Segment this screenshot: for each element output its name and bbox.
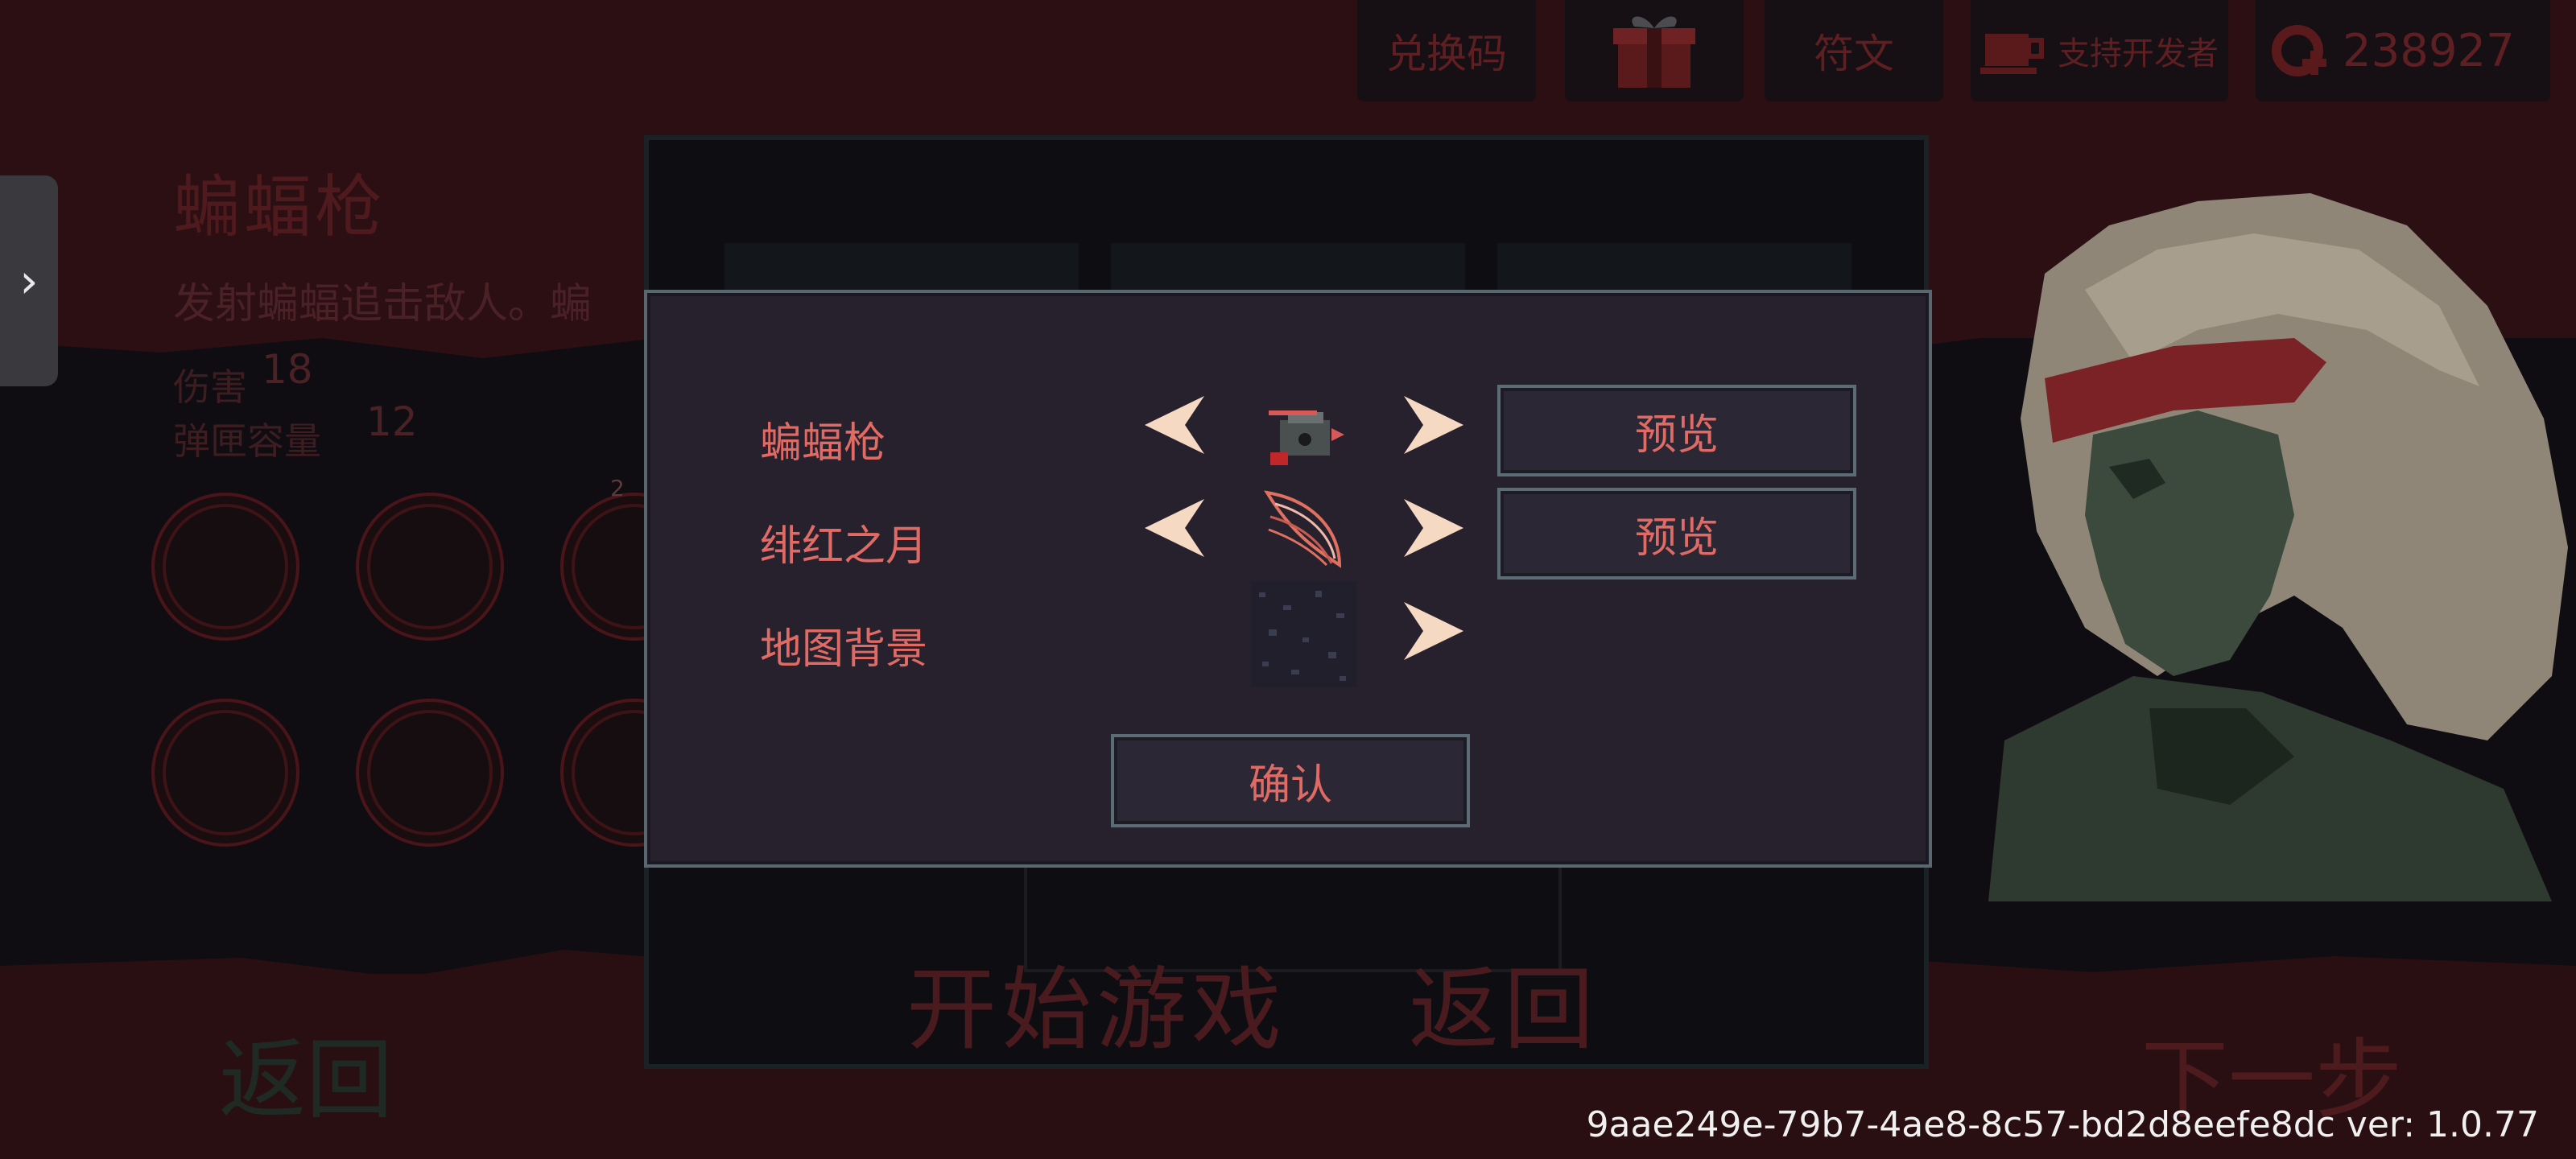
- weapon-slot[interactable]: [151, 699, 299, 847]
- stat-damage-value: 18: [262, 346, 313, 393]
- currency-display: 238927: [2256, 0, 2550, 101]
- confirm-button[interactable]: 确认: [1111, 734, 1470, 827]
- stat-magazine-label: 弹匣容量: [173, 419, 321, 463]
- support-developer-label: 支持开发者: [2058, 35, 2219, 72]
- background-tab: [724, 243, 1079, 295]
- version-text: 9aae249e-79b7-4ae8-8c57-bd2d8eefe8dc ver…: [1586, 1104, 2539, 1145]
- row-label-map: 地图背景: [760, 625, 928, 674]
- side-expand-tab[interactable]: ›: [0, 175, 58, 386]
- confirm-label: 确认: [1248, 761, 1332, 810]
- slot-badge: 2: [610, 475, 625, 501]
- background-tab: [1497, 243, 1852, 295]
- character-portrait: [1988, 193, 2568, 901]
- preview-weapon-button[interactable]: 预览: [1497, 385, 1856, 476]
- row-label-weapon: 蝙蝠枪: [760, 419, 886, 468]
- currency-icon: [2272, 25, 2326, 76]
- row-label-skin: 绯红之月: [760, 522, 928, 571]
- arrow-right-icon[interactable]: [1401, 497, 1465, 559]
- arrow-right-icon[interactable]: [1401, 600, 1465, 662]
- arrow-left-icon[interactable]: [1143, 394, 1208, 456]
- chevron-right-icon: ›: [19, 254, 39, 308]
- runes-label: 符文: [1814, 31, 1894, 77]
- support-developer-button[interactable]: 支持开发者: [1971, 0, 2228, 101]
- gift-icon: [1613, 16, 1695, 88]
- redeem-code-button[interactable]: 兑换码: [1357, 0, 1536, 101]
- weapon-slot[interactable]: [151, 493, 299, 641]
- preview-skin-label: 预览: [1634, 514, 1719, 563]
- stat-magazine-value: 12: [366, 398, 418, 445]
- weapon-title: 蝙蝠枪: [173, 167, 386, 246]
- left-back-button[interactable]: 返回: [219, 1010, 393, 1136]
- gift-button[interactable]: [1565, 0, 1744, 101]
- coffee-icon: [1980, 34, 2044, 74]
- preview-skin-button[interactable]: 预览: [1497, 488, 1856, 580]
- crimson-moon-wing-icon: [1264, 490, 1342, 568]
- weapon-slot[interactable]: [356, 493, 504, 641]
- back-label[interactable]: 返回: [1409, 937, 1599, 1067]
- bat-gun-icon: [1269, 410, 1344, 465]
- runes-button[interactable]: 符文: [1765, 0, 1943, 101]
- arrow-left-icon[interactable]: [1143, 497, 1208, 559]
- weapon-description: 发射蝙蝠追击敌人。蝙: [173, 280, 592, 328]
- arrow-right-icon[interactable]: [1401, 394, 1465, 456]
- preview-weapon-label: 预览: [1634, 410, 1719, 460]
- stat-damage-label: 伤害: [173, 365, 247, 409]
- map-background-icon: [1251, 581, 1357, 687]
- currency-amount: 238927: [2343, 24, 2515, 77]
- customize-dialog: 蝙蝠枪 预览 绯红之月 预览 地图背景 确认: [644, 290, 1932, 868]
- background-tab: [1111, 243, 1465, 295]
- redeem-code-label: 兑换码: [1386, 31, 1507, 77]
- weapon-slot[interactable]: [356, 699, 504, 847]
- start-game-label[interactable]: 开始游戏: [906, 937, 1286, 1067]
